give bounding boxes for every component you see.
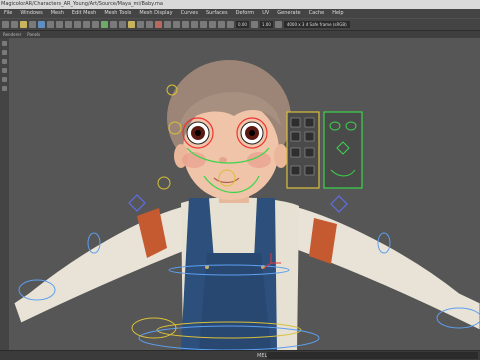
viewport-3d[interactable]: [9, 38, 480, 350]
xray-joints-icon[interactable]: [209, 21, 216, 28]
menu-help[interactable]: Help: [328, 9, 347, 18]
resolution-field[interactable]: 4000 x 3 4 Safe frame (sRGB): [283, 21, 350, 28]
scale-tool-icon[interactable]: [2, 86, 7, 91]
chin-control: [157, 176, 171, 190]
menu-mesh-display[interactable]: Mesh Display: [135, 9, 176, 18]
gate-mask-icon[interactable]: [65, 21, 72, 28]
menu-file[interactable]: File: [0, 9, 16, 18]
camera-attributes-icon[interactable]: [11, 21, 18, 28]
menu-generate[interactable]: Generate: [273, 9, 304, 18]
panel-menu-panels[interactable]: Panels: [27, 31, 40, 38]
shoulder-control-left: [128, 194, 146, 212]
mel-label: MEL: [257, 353, 268, 359]
menu-windows[interactable]: Windows: [16, 9, 46, 18]
exposure-icon[interactable]: [227, 21, 234, 28]
menu-uv[interactable]: UV: [258, 9, 273, 18]
ambient-occlusion-icon[interactable]: [155, 21, 162, 28]
grid-icon[interactable]: [38, 21, 45, 28]
menu-deform[interactable]: Deform: [232, 9, 259, 18]
move-tool-icon[interactable]: [2, 68, 7, 73]
command-line-input[interactable]: [267, 352, 478, 359]
menu-mesh-tools[interactable]: Mesh Tools: [100, 9, 135, 18]
facial-gui-slider-7: [290, 165, 301, 176]
viewport-toolbar: 0.00 1.00 4000 x 3 4 Safe frame (sRGB): [0, 18, 480, 31]
safe-action-icon[interactable]: [83, 21, 90, 28]
exposure-field[interactable]: 0.00: [236, 21, 249, 28]
facial-gui-slider-8: [304, 165, 315, 176]
menu-mesh[interactable]: Mesh: [47, 9, 68, 18]
rotate-tool-icon[interactable]: [2, 77, 7, 82]
menu-bar: File Windows Mesh Edit Mesh Mesh Tools M…: [0, 9, 480, 18]
window-title: MagicolorAR/Characters_AR_Young/Art/Sour…: [0, 0, 480, 9]
select-tool-icon[interactable]: [2, 41, 7, 46]
facial-gui-slider-6: [304, 147, 315, 158]
field-chart-icon[interactable]: [74, 21, 81, 28]
left-pupil: [195, 130, 201, 136]
paint-select-tool-icon[interactable]: [2, 59, 7, 64]
textured-icon[interactable]: [128, 21, 135, 28]
right-ear: [274, 144, 288, 168]
lights-icon[interactable]: [137, 21, 144, 28]
facial-gui-slider-4: [304, 131, 315, 142]
color-management-icon[interactable]: [274, 21, 282, 28]
lasso-tool-icon[interactable]: [2, 50, 7, 55]
status-bar: MEL: [0, 350, 480, 360]
depth-of-field-icon[interactable]: [182, 21, 189, 28]
safe-title-icon[interactable]: [92, 21, 99, 28]
bookmark-icon[interactable]: [20, 21, 27, 28]
menu-curves[interactable]: Curves: [177, 9, 202, 18]
facial-gui-slider-2: [304, 117, 315, 128]
facial-gui-slider-3: [290, 131, 301, 142]
gamma-field[interactable]: 1.00: [259, 21, 273, 28]
image-plane-icon[interactable]: [29, 21, 36, 28]
isolate-select-icon[interactable]: [191, 21, 198, 28]
menu-edit-mesh[interactable]: Edit Mesh: [68, 9, 100, 18]
foot-control-left: [131, 317, 177, 339]
shoulder-control-right: [330, 195, 348, 213]
shadows-icon[interactable]: [146, 21, 153, 28]
resolution-gate-icon[interactable]: [56, 21, 63, 28]
panel-menu-renderer[interactable]: Renderer: [3, 31, 21, 38]
overalls-bib: [199, 253, 271, 350]
gamma-icon[interactable]: [250, 21, 258, 28]
wireframe-icon[interactable]: [101, 21, 108, 28]
menu-cache[interactable]: Cache: [305, 9, 329, 18]
facial-gui-slider-1: [290, 117, 301, 128]
film-gate-icon[interactable]: [47, 21, 54, 28]
wireframe-on-shaded-icon[interactable]: [119, 21, 126, 28]
smooth-shade-icon[interactable]: [110, 21, 117, 28]
facial-gui-slider-5: [290, 147, 301, 158]
tool-box: [0, 38, 9, 350]
menu-surfaces[interactable]: Surfaces: [202, 9, 232, 18]
motion-blur-icon[interactable]: [164, 21, 171, 28]
xray-icon[interactable]: [200, 21, 207, 28]
panel-menu: Renderer Panels: [0, 31, 480, 38]
face-gui-frame: [323, 111, 363, 189]
anti-aliasing-icon[interactable]: [173, 21, 180, 28]
character-rig-render: [13, 60, 480, 350]
right-pupil: [249, 130, 255, 136]
camera-icon[interactable]: [2, 21, 9, 28]
backface-culling-icon[interactable]: [218, 21, 225, 28]
